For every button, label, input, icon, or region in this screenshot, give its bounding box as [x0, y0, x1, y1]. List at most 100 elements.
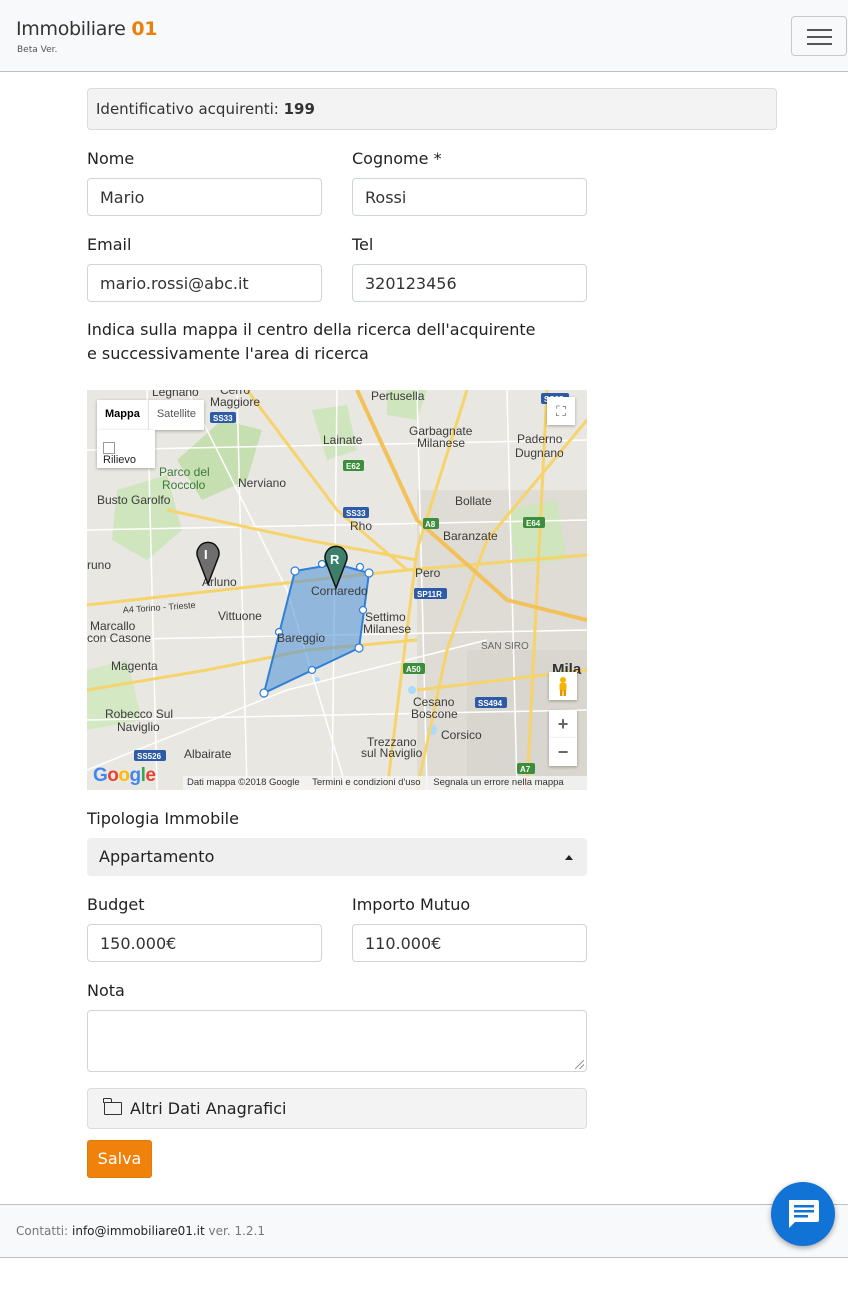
email-label: Email — [87, 235, 132, 254]
nota-textarea[interactable] — [87, 1010, 587, 1072]
svg-text:Robecco Sul: Robecco Sul — [105, 707, 173, 721]
svg-text:SP11R: SP11R — [417, 590, 442, 599]
hamburger-icon-bar — [807, 43, 832, 45]
tipologia-select[interactable]: Appartamento — [87, 838, 587, 876]
google-logo: Google — [93, 765, 156, 786]
svg-text:SS33: SS33 — [346, 509, 366, 518]
navbar: Immobiliare 01 Beta Ver. — [0, 0, 848, 72]
chat-button[interactable] — [771, 1182, 835, 1246]
buyer-id-value: 199 — [283, 100, 315, 118]
cognome-label: Cognome * — [352, 149, 442, 168]
svg-text:Baranzate: Baranzate — [443, 529, 498, 543]
footer-contacts-label: Contatti: — [16, 1224, 72, 1238]
svg-text:Nerviano: Nerviano — [238, 476, 286, 490]
svg-text:Lainate: Lainate — [323, 433, 363, 447]
svg-text:Milanese: Milanese — [417, 436, 465, 450]
buyer-id-box: Identificativo acquirenti: 199 — [87, 88, 777, 130]
brand-one: 1 — [144, 18, 158, 40]
svg-text:Cornaredo: Cornaredo — [311, 584, 368, 598]
svg-text:Albairate: Albairate — [184, 747, 232, 761]
svg-text:Busto Garolfo: Busto Garolfo — [97, 493, 171, 507]
map-help-text: Indica sulla mappa il centro della ricer… — [87, 320, 536, 363]
svg-text:A7: A7 — [520, 765, 531, 774]
svg-text:Roccolo: Roccolo — [162, 478, 206, 492]
mutuo-input[interactable]: 110.000€ — [352, 924, 587, 962]
nota-label: Nota — [87, 981, 125, 1000]
hamburger-icon-bar — [807, 36, 832, 38]
buyer-id-label: Identificativo acquirenti: — [96, 100, 284, 118]
svg-text:Pero: Pero — [415, 566, 441, 580]
svg-text:Dugnano: Dugnano — [515, 446, 564, 460]
save-button[interactable]: Salva — [87, 1140, 152, 1178]
map-report-link[interactable]: Segnala un errore nella mappa — [433, 777, 563, 788]
svg-text:SS526: SS526 — [137, 752, 162, 761]
cognome-input[interactable]: Rossi — [352, 178, 587, 216]
fullscreen-icon[interactable]: ⛶ — [547, 397, 575, 425]
relief-toggle[interactable]: Rilievo — [97, 430, 155, 468]
svg-text:Maggiore: Maggiore — [210, 395, 260, 409]
altri-dati-label: Altri Dati Anagrafici — [130, 1099, 287, 1118]
tel-input[interactable]: 320123456 — [352, 264, 587, 302]
svg-text:A50: A50 — [406, 665, 421, 674]
svg-text:Bareggio: Bareggio — [277, 631, 325, 645]
svg-text:SAN SIRO: SAN SIRO — [481, 641, 529, 652]
svg-text:I: I — [204, 547, 208, 562]
svg-text:Magenta: Magenta — [111, 659, 158, 673]
svg-text:Legnano: Legnano — [152, 390, 199, 399]
svg-text:Rho: Rho — [350, 519, 372, 533]
svg-text:A8: A8 — [425, 520, 436, 529]
pegman-glyph — [559, 677, 567, 696]
resize-grip-icon[interactable] — [575, 1060, 584, 1069]
svg-text:con Casone: con Casone — [87, 631, 151, 645]
budget-label: Budget — [87, 895, 145, 914]
brand-text: Immobiliare — [16, 18, 132, 40]
map-data-credit: Dati mappa ©2018 Google — [187, 777, 300, 788]
tipologia-value: Appartamento — [99, 847, 215, 866]
svg-text:Parco del: Parco del — [159, 465, 210, 479]
svg-text:runo: runo — [87, 558, 111, 572]
search-map[interactable]: SS35 SS33 E62 SS33 A8 E64 SP11R A50 SS49… — [87, 390, 587, 790]
svg-text:Bollate: Bollate — [455, 494, 492, 508]
tel-label: Tel — [352, 235, 374, 254]
caret-up-icon — [565, 855, 573, 860]
svg-text:Paderno: Paderno — [517, 432, 563, 446]
svg-text:SS33: SS33 — [213, 414, 233, 423]
svg-text:R: R — [330, 552, 340, 567]
pegman-icon[interactable] — [549, 672, 577, 700]
nome-label: Nome — [87, 149, 135, 168]
map-type-control: Mappa Satellite — [97, 400, 204, 430]
svg-text:sul Naviglio: sul Naviglio — [361, 746, 423, 760]
svg-text:Pertusella: Pertusella — [371, 390, 425, 403]
svg-text:E62: E62 — [346, 462, 361, 471]
map-type-satellite-button[interactable]: Satellite — [149, 400, 204, 430]
relief-label: Rilievo — [103, 454, 137, 466]
zoom-in-button[interactable]: + — [549, 710, 577, 738]
relief-checkbox[interactable] — [103, 442, 115, 454]
svg-text:Vittuone: Vittuone — [218, 609, 262, 623]
svg-text:SS494: SS494 — [478, 699, 503, 708]
footer-version: ver. 1.2.1 — [204, 1224, 266, 1238]
altri-dati-toggle[interactable]: Altri Dati Anagrafici — [87, 1088, 587, 1129]
zoom-out-button[interactable]: − — [549, 738, 577, 766]
brand-subtitle: Beta Ver. — [17, 45, 58, 55]
svg-text:E64: E64 — [526, 519, 541, 528]
chat-icon — [789, 1200, 819, 1228]
map-terms-link[interactable]: Termini e condizioni d'uso — [312, 777, 420, 788]
map-type-map-button[interactable]: Mappa — [97, 400, 149, 430]
svg-text:Milanese: Milanese — [363, 622, 411, 636]
mutuo-label: Importo Mutuo — [352, 895, 471, 914]
email-input[interactable]: mario.rossi@abc.it — [87, 264, 322, 302]
footer-email-link[interactable]: info@immobiliare01.it — [72, 1224, 205, 1238]
brand-logo[interactable]: Immobiliare 01 — [16, 18, 157, 40]
budget-input[interactable]: 150.000€ — [87, 924, 322, 962]
map-attribution: Dati mappa ©2018 Google Termini e condiz… — [183, 776, 587, 790]
svg-text:Boscone: Boscone — [411, 707, 458, 721]
hamburger-icon — [807, 29, 832, 31]
menu-toggle-button[interactable] — [791, 16, 847, 56]
map-canvas[interactable]: SS35 SS33 E62 SS33 A8 E64 SP11R A50 SS49… — [87, 390, 587, 790]
svg-text:Naviglio: Naviglio — [117, 720, 160, 734]
brand-zero: 0 — [131, 18, 145, 40]
svg-text:Corsico: Corsico — [441, 728, 482, 742]
nome-input[interactable]: Mario — [87, 178, 322, 216]
footer: Contatti: info@immobiliare01.it ver. 1.2… — [0, 1204, 848, 1258]
